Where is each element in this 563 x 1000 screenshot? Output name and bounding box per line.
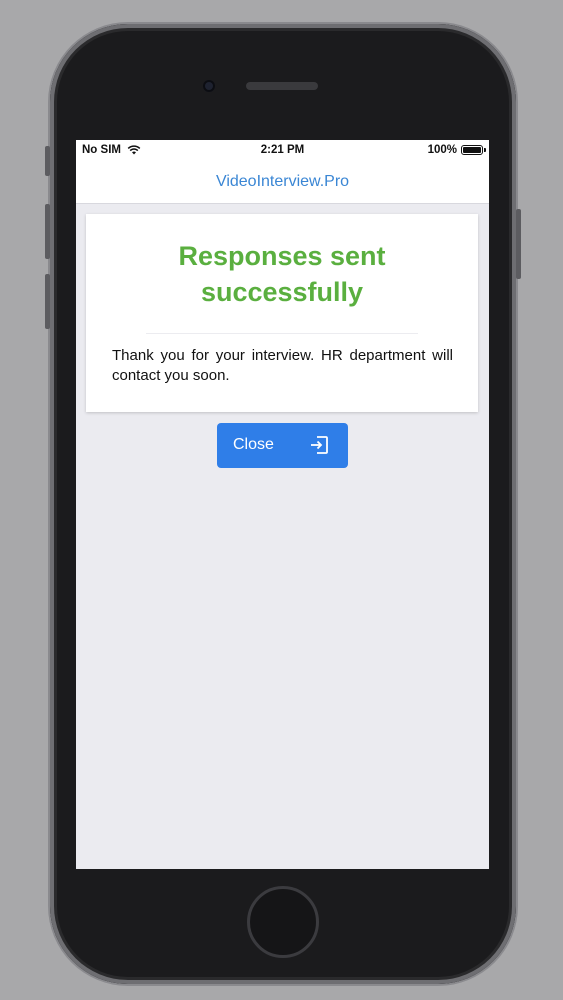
status-right: 100%: [427, 144, 486, 156]
close-button-label: Close: [233, 436, 274, 453]
battery-percent: 100%: [427, 144, 457, 156]
success-title: Responses sent successfully: [178, 241, 386, 307]
exit-icon: [309, 435, 329, 455]
success-message: Thank you for your interview. HR departm…: [112, 347, 453, 384]
card-divider: [146, 333, 418, 334]
status-bar: No SIM 2:21 PM 100%: [76, 140, 489, 160]
volume-up-button: [45, 204, 50, 259]
battery-icon: [461, 145, 486, 155]
battery-fill: [463, 147, 481, 153]
power-button: [516, 209, 521, 279]
app-header: VideoInterview.Pro: [76, 160, 489, 204]
app-title: VideoInterview.Pro: [215, 173, 350, 190]
close-button[interactable]: Close: [217, 423, 348, 468]
battery-tip: [484, 148, 486, 152]
front-camera: [203, 80, 215, 92]
volume-down-button: [45, 274, 50, 329]
mute-switch: [45, 146, 50, 176]
home-button[interactable]: [247, 886, 319, 958]
earpiece-speaker: [246, 82, 318, 90]
screen: No SIM 2:21 PM 100% VideoInterview.Pro R…: [76, 140, 489, 869]
success-card: Responses sent successfully Thank you fo…: [86, 214, 478, 412]
